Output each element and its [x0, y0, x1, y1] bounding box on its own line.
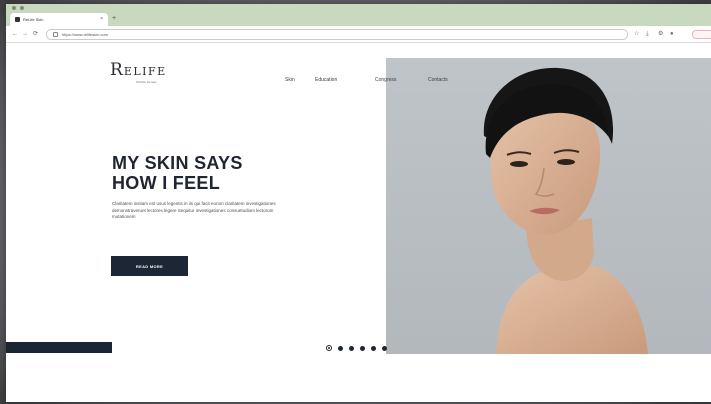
- nav-education[interactable]: Education: [315, 77, 337, 83]
- web-page: RELIFE Wrinkle therapy Skin Education Co…: [6, 43, 711, 402]
- favicon-icon: [15, 17, 20, 22]
- site-logo[interactable]: RELIFE Wrinkle therapy: [110, 61, 167, 84]
- hero-photo: [386, 58, 711, 354]
- slider-dot-2[interactable]: [338, 345, 343, 351]
- slider-dot-5[interactable]: [371, 345, 376, 351]
- forward-icon[interactable]: →: [22, 30, 28, 38]
- window-close-dot[interactable]: [12, 6, 16, 10]
- back-icon[interactable]: ←: [12, 30, 18, 38]
- download-icon[interactable]: ⤓: [646, 30, 649, 38]
- tab-title: ReLife Skin: [23, 17, 44, 22]
- hero-body-text: Claritatem insitam est usus legentis in …: [112, 201, 276, 219]
- logo-wordmark: RELIFE: [110, 60, 167, 80]
- slider-dot-6[interactable]: [382, 345, 387, 351]
- url-text: https://www.relifeskin.com: [62, 32, 109, 37]
- tab-relife[interactable]: ReLife Skin ×: [10, 13, 108, 26]
- browser-window: ReLife Skin × + ← → ⟳ https://www.relife…: [6, 4, 711, 402]
- lock-icon: [53, 32, 58, 37]
- tab-bar: ReLife Skin × +: [6, 4, 711, 26]
- extensions-icon[interactable]: ⚙: [658, 30, 663, 38]
- nav-skin[interactable]: Skin: [285, 77, 295, 83]
- slider-dots: [326, 345, 387, 351]
- slider-dot-3[interactable]: [349, 345, 354, 351]
- close-icon[interactable]: ×: [100, 16, 103, 22]
- extension-pill[interactable]: [692, 30, 711, 39]
- slider-dot-1[interactable]: [326, 345, 332, 351]
- headline-line-2: HOW I FEEL: [112, 173, 220, 193]
- reload-icon[interactable]: ⟳: [33, 30, 38, 38]
- nav-contacts[interactable]: Contacts: [428, 77, 448, 83]
- new-tab-button[interactable]: +: [112, 13, 116, 25]
- window-minimize-dot[interactable]: [20, 6, 24, 10]
- address-bar[interactable]: https://www.relifeskin.com: [46, 29, 628, 40]
- browser-toolbar: ← → ⟳ https://www.relifeskin.com ☆ ⤓ ⚙ ●: [6, 26, 711, 43]
- read-more-button[interactable]: READ MORE: [111, 256, 188, 276]
- accent-bar: [6, 342, 112, 353]
- slider-dot-4[interactable]: [360, 345, 365, 351]
- profile-icon[interactable]: ●: [670, 30, 674, 38]
- model-portrait-image: [483, 67, 648, 354]
- headline-line-1: MY SKIN SAYS: [112, 153, 243, 173]
- window-controls: [12, 6, 24, 10]
- nav-congress[interactable]: Congress: [375, 77, 396, 83]
- hero-headline: MY SKIN SAYS HOW I FEEL: [112, 153, 243, 193]
- star-icon[interactable]: ☆: [634, 30, 639, 38]
